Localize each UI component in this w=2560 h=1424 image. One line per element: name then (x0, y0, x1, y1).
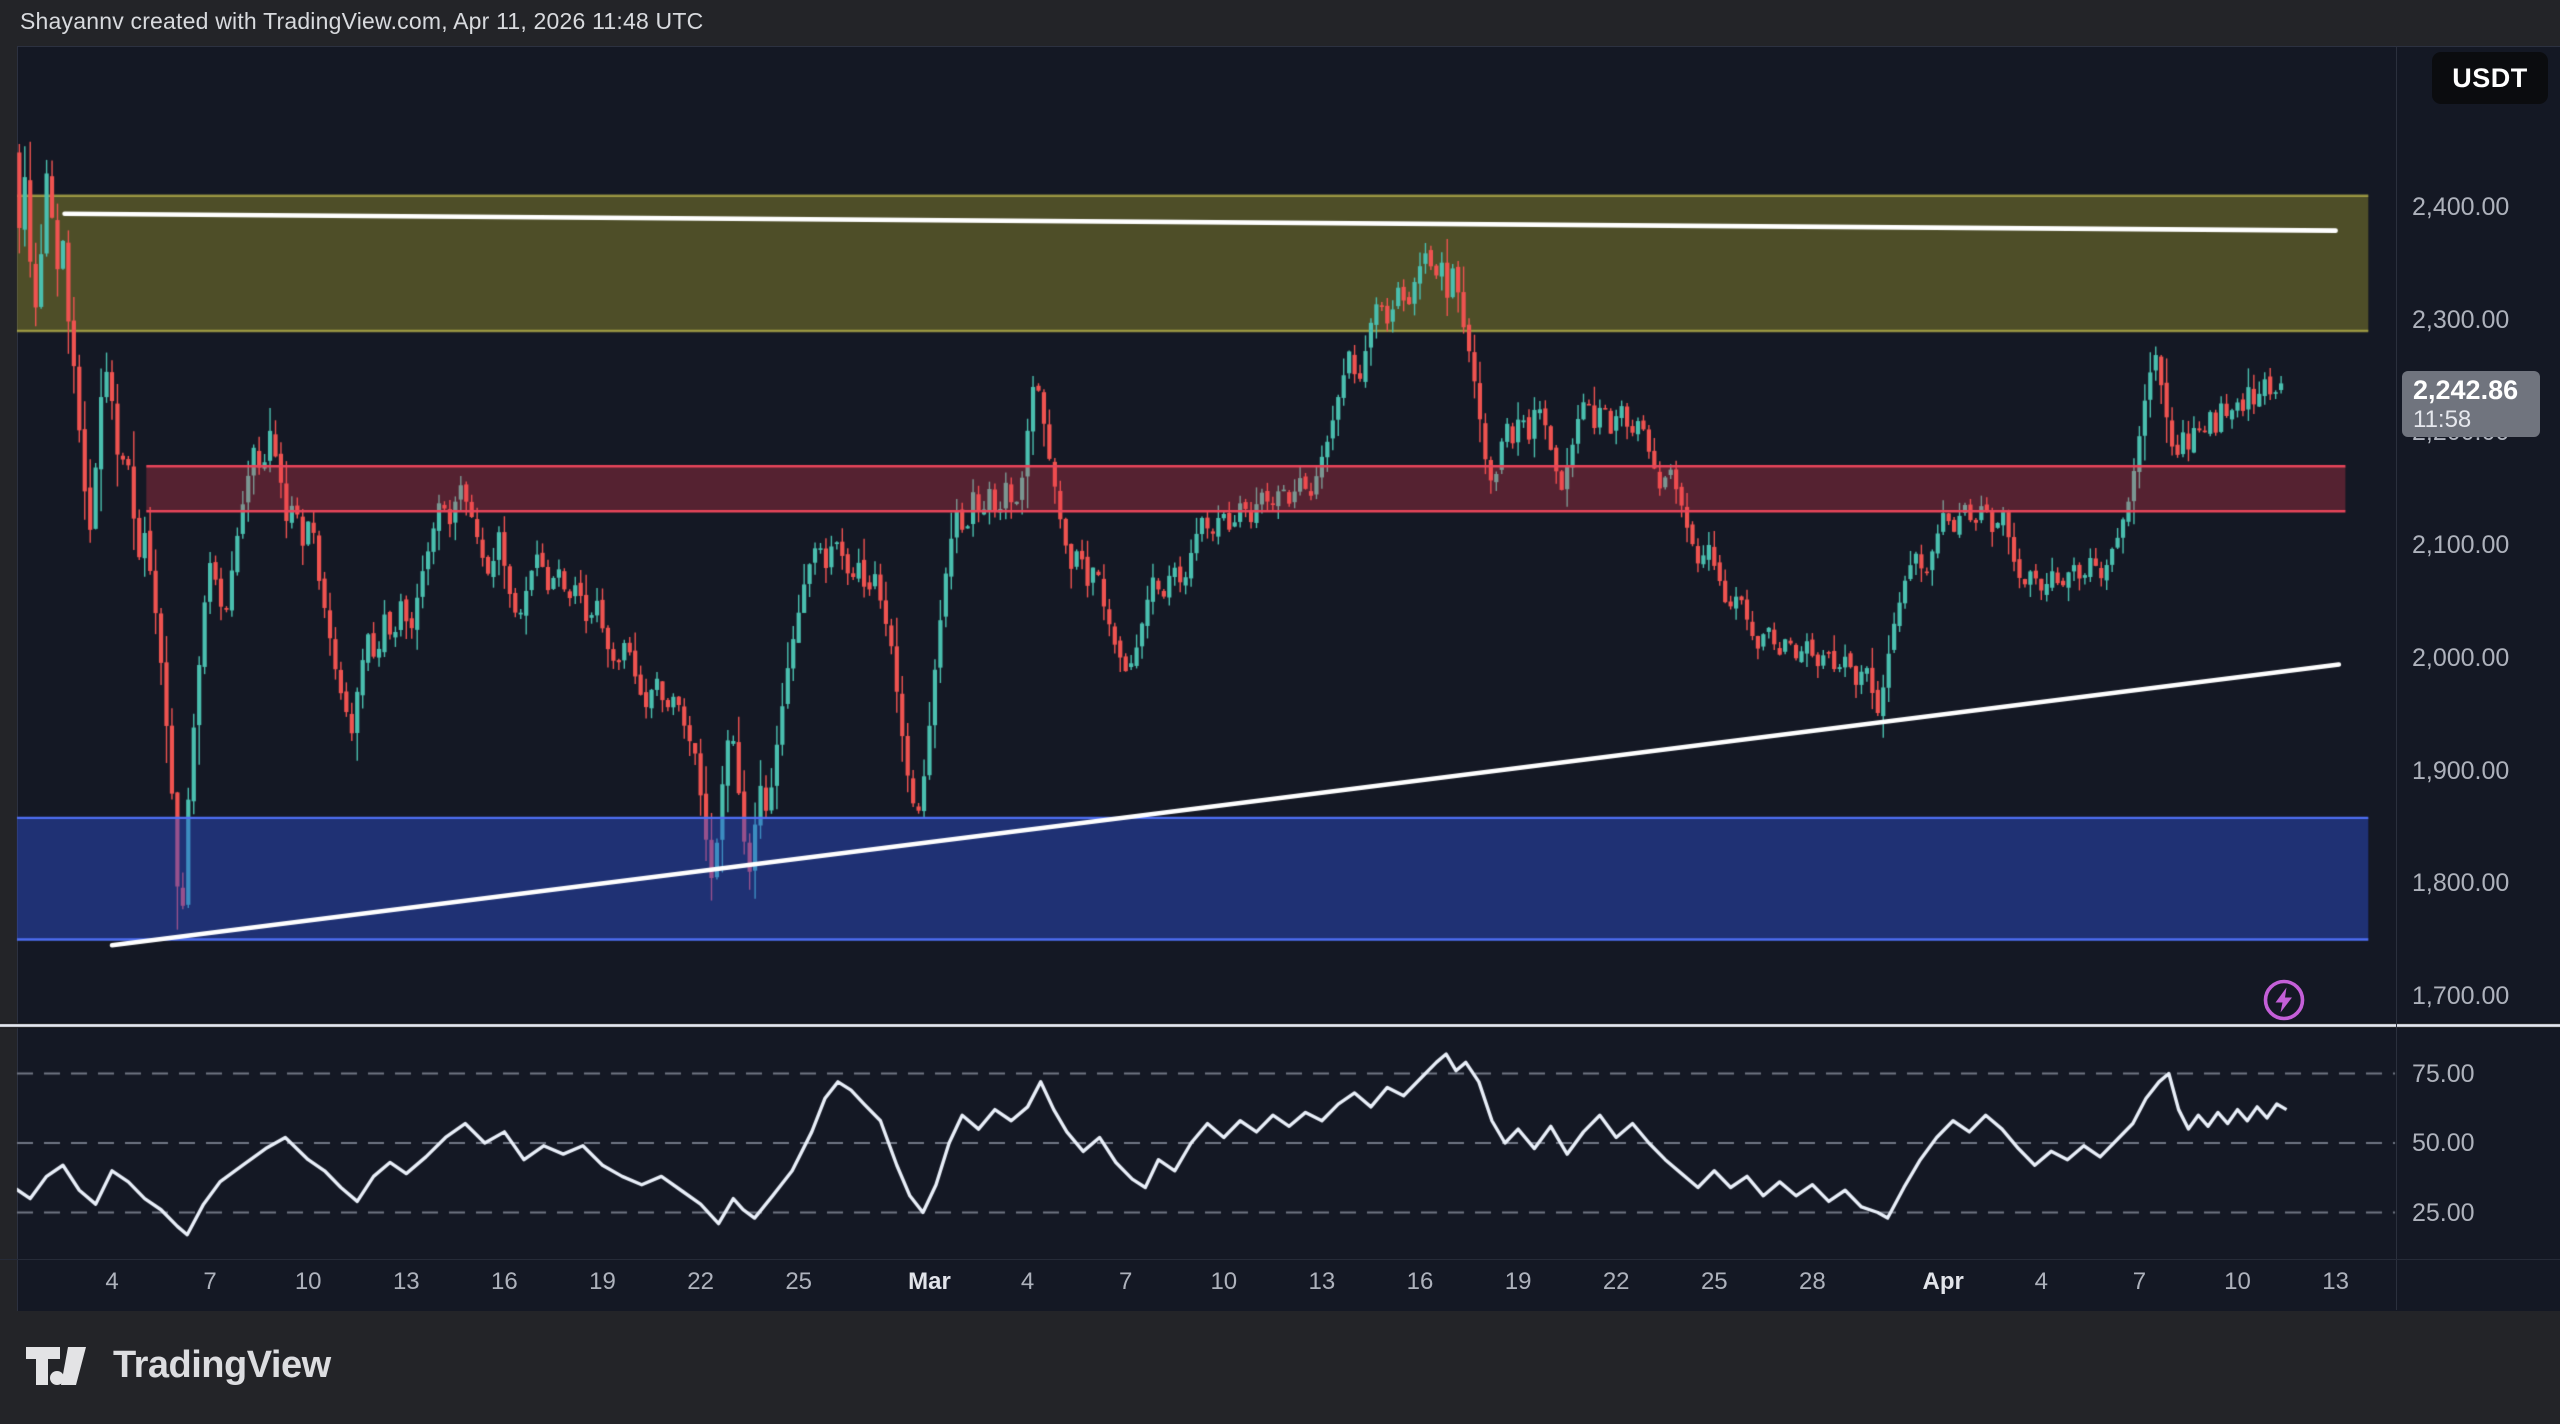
time-axis-label: 4 (988, 1268, 1068, 1296)
price-axis-label: 1,700.00 (2412, 982, 2560, 1010)
time-axis-label: 10 (2198, 1268, 2278, 1296)
time-axis-label: 19 (1478, 1268, 1558, 1296)
rsi-axis-label: 50.00 (2412, 1129, 2560, 1157)
time-axis-label: 22 (1576, 1268, 1656, 1296)
tradingview-watermark[interactable]: TradingView (26, 1344, 331, 1387)
time-axis-label: 7 (170, 1268, 250, 1296)
price-axis-label: 2,300.00 (2412, 306, 2560, 334)
rsi-axis-label: 25.00 (2412, 1199, 2560, 1227)
price-axis-label: 1,900.00 (2412, 757, 2560, 785)
tradingview-logo (26, 1345, 98, 1387)
time-axis-label: 13 (2296, 1268, 2376, 1296)
price-axis-label: 2,100.00 (2412, 531, 2560, 559)
price-axis-label: 2,400.00 (2412, 193, 2560, 221)
rsi-pane-separator (0, 1259, 2560, 1260)
time-axis-label: 10 (268, 1268, 348, 1296)
time-axis-label: 22 (661, 1268, 741, 1296)
time-axis-label: 13 (1282, 1268, 1362, 1296)
time-axis-label: 16 (1380, 1268, 1460, 1296)
time-axis-label: 4 (2001, 1268, 2081, 1296)
time-axis-label: 10 (1184, 1268, 1264, 1296)
time-axis-label: Mar (890, 1268, 970, 1296)
time-axis-label: 28 (1772, 1268, 1852, 1296)
time-axis-label: Apr (1903, 1268, 1983, 1296)
time-axis[interactable]: 47101316192225Mar4710131619222528Apr4710… (0, 1262, 2560, 1310)
time-axis-label: 4 (72, 1268, 152, 1296)
time-axis-label: 16 (464, 1268, 544, 1296)
tradingview-chart-window: Shayannv created with TradingView.com, A… (0, 0, 2560, 1424)
price-axis-separator (2396, 46, 2397, 1310)
symbol-badge[interactable]: USDT (2432, 52, 2548, 104)
time-axis-label: 25 (1674, 1268, 1754, 1296)
flash-boost-icon[interactable] (2261, 977, 2307, 1023)
tradingview-logo-text: TradingView (113, 1344, 331, 1387)
time-axis-label: 7 (2099, 1268, 2179, 1296)
rsi-axis-label: 75.00 (2412, 1060, 2560, 1088)
price-axis-label: 1,800.00 (2412, 869, 2560, 897)
time-axis-label: 13 (366, 1268, 446, 1296)
time-axis-label: 19 (563, 1268, 643, 1296)
price-chart-canvas[interactable] (0, 0, 2560, 1424)
last-price-time: 11:58 (2413, 407, 2540, 433)
time-axis-label: 7 (1086, 1268, 1166, 1296)
price-axis-label: 2,000.00 (2412, 644, 2560, 672)
last-price-badge: 2,242.86 11:58 (2402, 371, 2540, 437)
time-axis-label: 25 (759, 1268, 839, 1296)
last-price-value: 2,242.86 (2413, 373, 2540, 407)
